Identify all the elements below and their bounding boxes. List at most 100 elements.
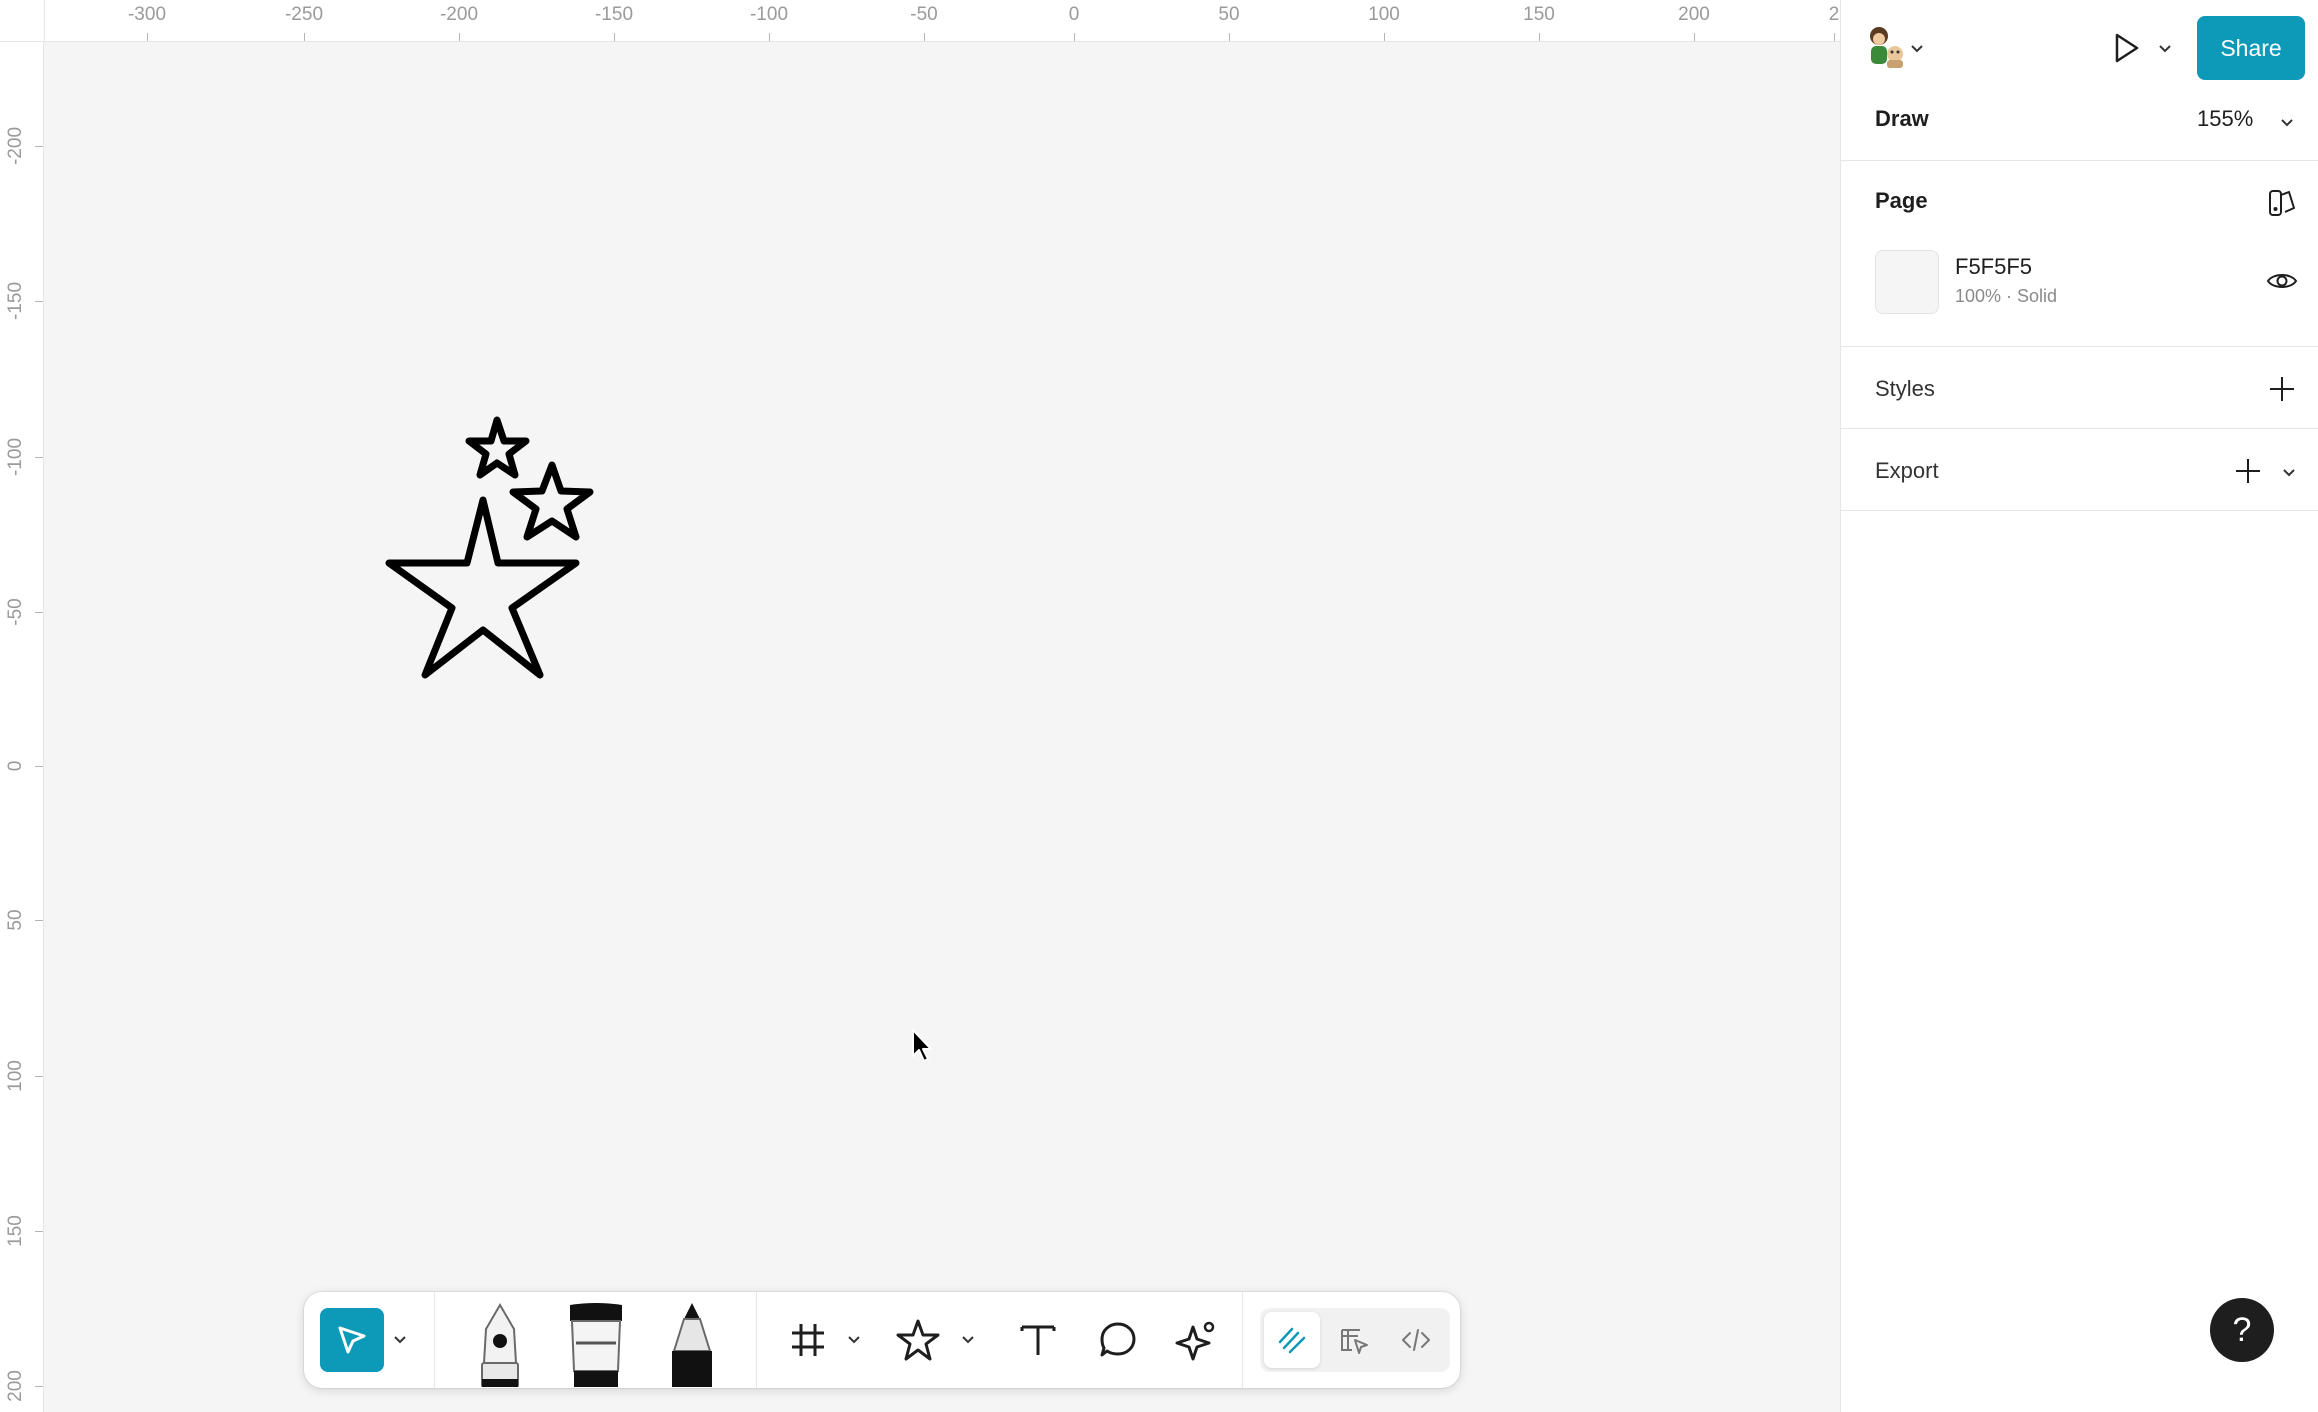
avatar[interactable] [1863, 24, 1907, 70]
ruler-label: 150 [5, 1215, 26, 1247]
text-tool-button[interactable] [1010, 1316, 1066, 1364]
panel-header: Share [1841, 0, 2318, 96]
shape-tool-button[interactable] [890, 1314, 946, 1366]
code-icon [1402, 1329, 1430, 1351]
ruler-tick: 100 [0, 1060, 43, 1092]
avatar-icon [1870, 27, 1903, 68]
ruler-tick: -200 [0, 127, 43, 165]
properties-panel: Share Draw 155% Page F5F5F5 100% · Solid… [1840, 0, 2318, 1412]
page-section-title: Page [1875, 188, 1928, 213]
ruler-tick: 200 [1678, 0, 1710, 41]
bottom-toolbar [304, 1292, 1460, 1388]
draw-mode-icon [1278, 1327, 1306, 1354]
page-fill-swatch[interactable] [1875, 250, 1939, 314]
ruler-label: -200 [5, 126, 26, 166]
ruler-label: 200 [5, 1370, 26, 1402]
ruler-label: 0 [5, 760, 26, 772]
frame-icon [792, 1324, 824, 1356]
page-fill-hex[interactable]: F5F5F5 [1955, 254, 2032, 280]
ruler-tick: 200 [0, 1370, 43, 1402]
zoom-menu-chevron[interactable] [2281, 114, 2299, 130]
page-fill-visibility-toggle[interactable] [2265, 266, 2299, 296]
ruler-tick: -150 [0, 282, 43, 320]
ruler-tick: 0 [0, 761, 43, 771]
frame-tool-menu-chevron[interactable] [844, 1328, 864, 1352]
ruler-tick: -300 [128, 0, 166, 41]
ruler-label: 50 [1218, 4, 1240, 25]
ruler-label: 0 [1068, 4, 1080, 25]
pen-icon [481, 1303, 519, 1387]
ruler-label: -250 [284, 4, 324, 25]
ruler-label: -200 [439, 4, 479, 25]
frame-tool-button[interactable] [780, 1316, 836, 1364]
ruler-tick: 2 [1829, 0, 1839, 41]
draw-mode-button[interactable] [1264, 1312, 1320, 1368]
text-icon [1020, 1325, 1056, 1355]
ruler-tick: 0 [1069, 0, 1079, 41]
ruler-tick: -250 [285, 0, 323, 41]
dev-mode-button[interactable] [1388, 1312, 1444, 1368]
export-menu-chevron[interactable] [2283, 464, 2301, 480]
chevron-down-icon [2159, 45, 2171, 53]
ruler-corner [0, 0, 45, 42]
user-menu-chevron[interactable] [1911, 40, 1929, 56]
sparkle-icon [1175, 1321, 1215, 1361]
page-fill-meta: 100% · Solid [1955, 286, 2058, 306]
shape-tool-menu-chevron[interactable] [958, 1328, 978, 1352]
page-library-button[interactable] [2267, 188, 2297, 218]
ruler-tick: -50 [910, 0, 938, 41]
ruler-label: -100 [5, 437, 26, 477]
add-export-button[interactable] [2231, 454, 2265, 488]
comment-tool-button[interactable] [1090, 1316, 1146, 1364]
play-icon [2115, 33, 2139, 63]
chevron-down-icon [2283, 469, 2295, 477]
present-menu-chevron[interactable] [2159, 40, 2177, 56]
help-button[interactable]: ? [2210, 1298, 2274, 1362]
pencil-tool-button[interactable] [656, 1300, 728, 1388]
ruler-label: -150 [594, 4, 634, 25]
comment-bubble-icon [1100, 1322, 1136, 1357]
marker-icon [570, 1303, 622, 1387]
plus-icon [2270, 377, 2294, 401]
design-mode-icon [1341, 1329, 1368, 1354]
ruler-label: 2 [1828, 4, 1840, 25]
ruler-label: 100 [5, 1060, 26, 1092]
ruler-label: -50 [910, 4, 938, 25]
ruler-tick: 100 [1368, 0, 1400, 41]
ruler-label: -100 [749, 4, 789, 25]
move-cursor-icon [338, 1326, 366, 1354]
vertical-ruler: -200 -150 -100 -50 0 50 100 150 200 [0, 0, 44, 1412]
present-button[interactable] [2105, 28, 2145, 68]
pencil-icon [672, 1303, 712, 1387]
ruler-tick: 150 [1523, 0, 1555, 41]
mouse-pointer-icon [912, 1029, 932, 1062]
pen-tool-button[interactable] [464, 1300, 536, 1388]
actions-tool-button[interactable] [1168, 1316, 1224, 1364]
canvas[interactable]: -300 -250 -200 -150 -100 -50 0 50 100 15… [0, 0, 1840, 1412]
plus-icon [2236, 459, 2260, 483]
horizontal-ruler: -300 -250 -200 -150 -100 -50 0 50 100 15… [44, 0, 1840, 42]
ruler-tick: 150 [0, 1215, 43, 1247]
marker-tool-button[interactable] [560, 1300, 632, 1388]
add-style-button[interactable] [2265, 372, 2299, 406]
ruler-tick: -100 [750, 0, 788, 41]
ruler-label: 50 [5, 909, 26, 931]
move-tool-button[interactable] [320, 1308, 384, 1372]
ruler-tick: -150 [595, 0, 633, 41]
ruler-label: -300 [127, 4, 167, 25]
stars-drawing[interactable] [380, 410, 610, 690]
design-mode-button[interactable] [1326, 1312, 1382, 1368]
eye-icon [2266, 274, 2298, 288]
ruler-label: 100 [1368, 4, 1400, 25]
ruler-tick: -100 [0, 438, 43, 476]
export-section-title: Export [1875, 458, 1939, 483]
chevron-down-icon [2281, 119, 2293, 127]
move-tool-menu-chevron[interactable] [390, 1328, 410, 1352]
ruler-tick: 50 [1218, 0, 1240, 41]
zoom-level[interactable]: 155% [2197, 106, 2253, 132]
styles-section-title: Styles [1875, 376, 1935, 401]
share-button[interactable]: Share [2197, 16, 2305, 80]
chevron-down-icon [848, 1336, 860, 1344]
ruler-tick: -200 [440, 0, 478, 41]
ruler-label: 150 [1523, 4, 1555, 25]
